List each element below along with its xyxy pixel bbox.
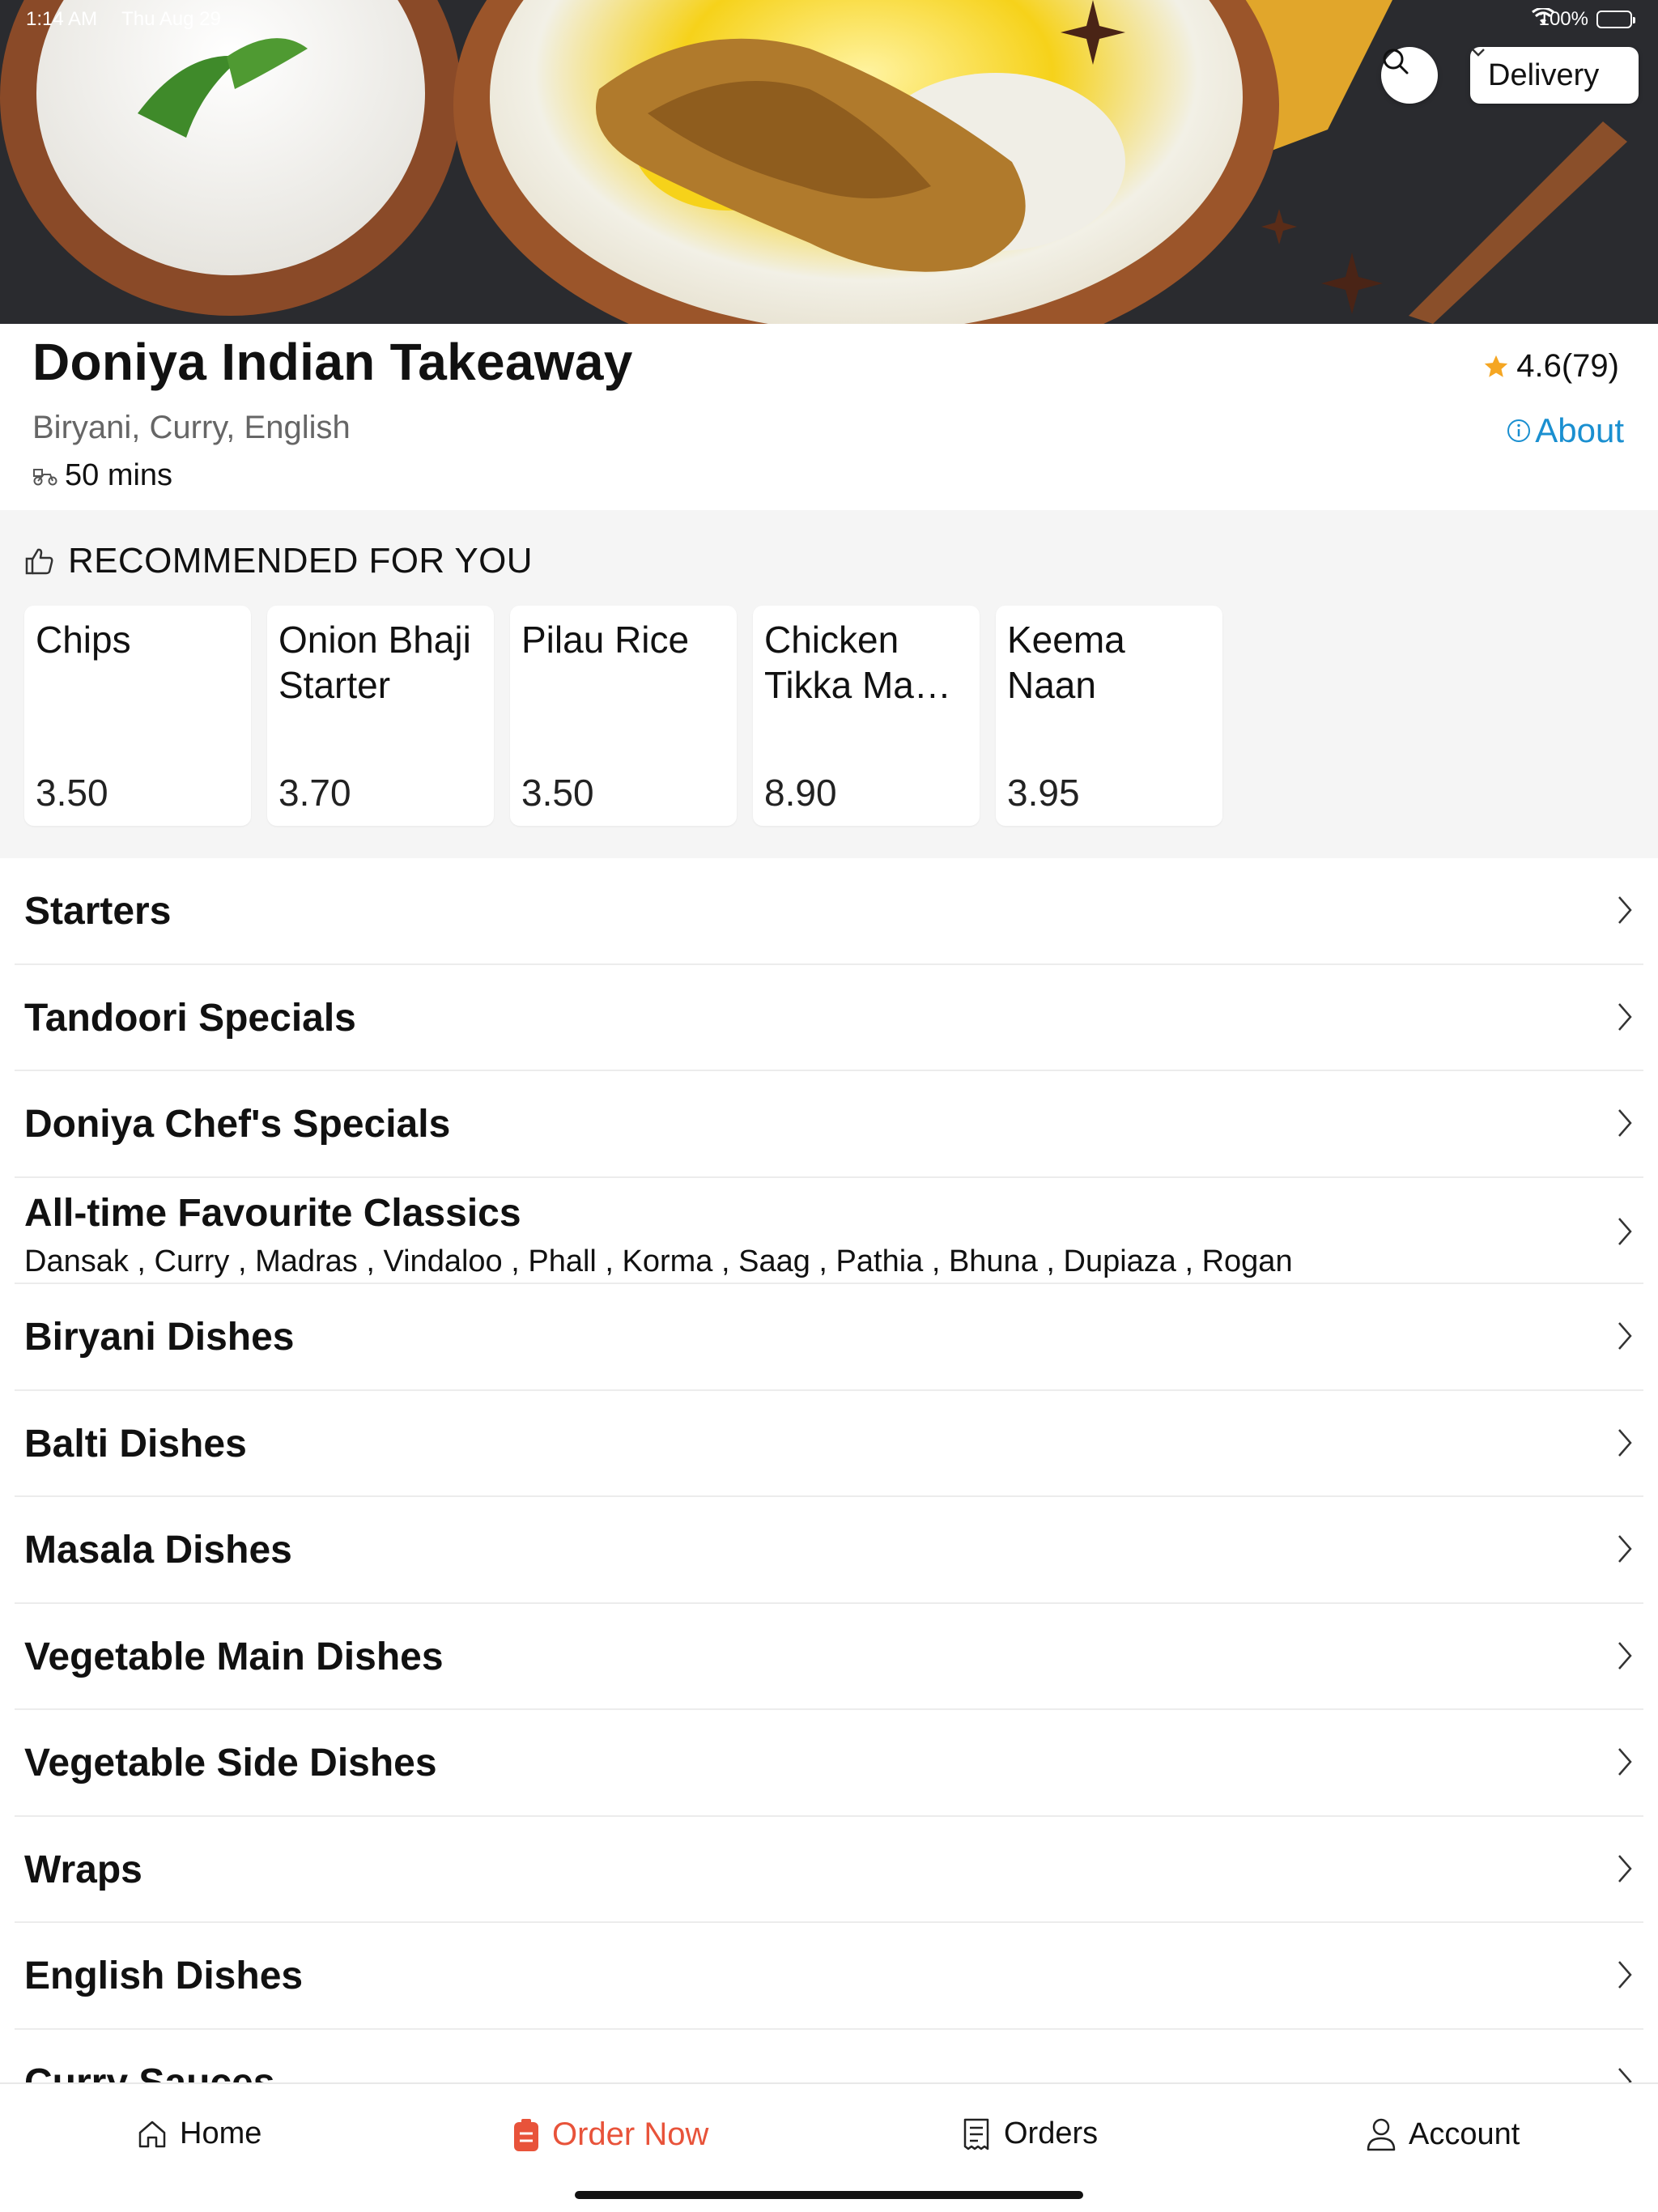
category-title: Curry Sauces	[24, 2061, 275, 2083]
category-title: Vegetable Main Dishes	[24, 1635, 444, 1678]
category-row-wraps[interactable]: Wraps	[15, 1817, 1643, 1923]
recommended-card[interactable]: Onion Bhaji Starter 3.70	[267, 606, 494, 826]
category-row-tandoori-specials[interactable]: Tandoori Specials	[15, 965, 1643, 1071]
recommended-card[interactable]: Chips 3.50	[24, 606, 251, 826]
tab-order-now-label: Order Now	[552, 2116, 709, 2152]
app-root: 1:14 AM Thu Aug 29 100% Delivery Doniya …	[0, 0, 1658, 2212]
category-row-english-dishes[interactable]: English Dishes	[15, 1923, 1643, 2030]
rating-value: 4.6(79)	[1516, 348, 1619, 384]
recommended-header: RECOMMENDED FOR YOU	[24, 541, 533, 581]
chevron-right-icon	[1618, 1535, 1632, 1563]
chevron-right-icon	[1618, 1854, 1632, 1882]
category-title: Biryani Dishes	[24, 1316, 295, 1359]
battery-icon	[1596, 11, 1635, 28]
user-icon	[1367, 2118, 1396, 2151]
recommended-card[interactable]: Pilau Rice 3.50	[510, 606, 737, 826]
order-mode-label: Delivery	[1488, 57, 1600, 92]
chevron-right-icon	[1618, 1961, 1632, 1989]
delivery-time-label: 50 mins	[65, 458, 173, 492]
category-row-balti-dishes[interactable]: Balti Dishes	[15, 1391, 1643, 1497]
chevron-right-icon	[1618, 1109, 1632, 1137]
recommended-card[interactable]: Keema Naan 3.95	[996, 606, 1222, 826]
tab-account[interactable]: Account	[1365, 2116, 1520, 2152]
category-title: Tandoori Specials	[24, 996, 356, 1040]
chevron-right-icon	[1618, 896, 1632, 924]
thumbs-up-icon	[25, 548, 53, 575]
receipt-icon	[963, 2118, 989, 2150]
bottom-tab-bar: Home Order Now Orders Account	[0, 2082, 1658, 2212]
category-row-biryani-dishes[interactable]: Biryani Dishes	[15, 1284, 1643, 1391]
category-title: All-time Favourite Classics	[24, 1191, 521, 1235]
recommended-item-name: Pilau Rice	[521, 619, 690, 661]
order-mode-dropdown[interactable]: Delivery	[1470, 47, 1639, 104]
tab-orders-label: Orders	[1004, 2116, 1099, 2150]
home-indicator[interactable]	[575, 2191, 1083, 2199]
category-list: Starters Tandoori Specials Doniya Chef's…	[0, 858, 1658, 2082]
hero-image: 1:14 AM Thu Aug 29 100% Delivery	[0, 0, 1658, 324]
category-title: Doniya Chef's Specials	[24, 1103, 451, 1146]
about-label: About	[1535, 411, 1624, 449]
recommended-item-price: 8.90	[764, 772, 837, 814]
category-title: English Dishes	[24, 1955, 304, 1997]
status-date: Thu Aug 29	[121, 8, 221, 30]
order-bag-icon	[514, 2118, 538, 2151]
status-bar: 1:14 AM Thu Aug 29 100%	[0, 0, 1658, 39]
chevron-right-icon	[1618, 1217, 1632, 1245]
category-subtitle: Dansak , Curry , Madras , Vindaloo , Pha…	[24, 1244, 1293, 1278]
category-title: Wraps	[24, 1848, 142, 1891]
category-row-vegetable-side-dishes[interactable]: Vegetable Side Dishes	[15, 1710, 1643, 1817]
search-button[interactable]	[1381, 47, 1438, 104]
recommended-section: RECOMMENDED FOR YOU Chips 3.50 Onion Bha…	[0, 510, 1658, 858]
recommended-title: RECOMMENDED FOR YOU	[68, 541, 533, 581]
chevron-right-icon	[1618, 1428, 1632, 1457]
category-title: Balti Dishes	[24, 1422, 247, 1465]
chevron-right-icon	[1618, 2067, 1632, 2082]
tab-orders[interactable]: Orders	[960, 2116, 1098, 2151]
about-link[interactable]: About	[1506, 411, 1624, 450]
delivery-time: 50 mins	[32, 458, 172, 493]
status-time: 1:14 AM	[26, 8, 98, 30]
category-row-starters[interactable]: Starters	[15, 858, 1643, 965]
tab-home-label: Home	[180, 2116, 262, 2150]
recommended-item-name: Onion Bhaji Starter	[278, 619, 471, 706]
recommended-item-name: Chicken Tikka Ma…	[764, 619, 951, 706]
chevron-right-icon	[1618, 1322, 1632, 1350]
category-row-curry-sauces[interactable]: Curry Sauces	[15, 2030, 1643, 2083]
recommended-item-price: 3.70	[278, 772, 351, 814]
chevron-down-icon	[1472, 49, 1485, 57]
recommended-item-price: 3.50	[521, 772, 594, 814]
chevron-right-icon	[1618, 1641, 1632, 1670]
recommended-cards: Chips 3.50 Onion Bhaji Starter 3.70 Pila…	[24, 606, 1222, 826]
recommended-item-price: 3.95	[1007, 772, 1080, 814]
restaurant-cuisines: Biryani, Curry, English	[32, 410, 351, 445]
restaurant-name: Doniya Indian Takeaway	[32, 333, 633, 391]
recommended-item-name: Keema Naan	[1007, 619, 1125, 706]
category-title: Starters	[24, 890, 172, 933]
category-row-favourite-classics[interactable]: All-time Favourite Classics Dansak , Cur…	[15, 1178, 1643, 1284]
scooter-icon	[33, 468, 57, 485]
info-icon	[1507, 419, 1531, 442]
tab-account-label: Account	[1409, 2116, 1520, 2151]
tab-home[interactable]: Home	[136, 2116, 261, 2151]
category-title: Vegetable Side Dishes	[24, 1742, 437, 1784]
recommended-card[interactable]: Chicken Tikka Ma… 8.90	[753, 606, 980, 826]
category-title: Masala Dishes	[24, 1529, 292, 1572]
home-icon	[138, 2121, 166, 2147]
recommended-item-price: 3.50	[36, 772, 108, 814]
chevron-right-icon	[1618, 1002, 1632, 1031]
rating: 4.6(79)	[1482, 348, 1619, 385]
search-icon	[1383, 49, 1409, 74]
star-icon	[1485, 355, 1508, 377]
chevron-right-icon	[1618, 1748, 1632, 1776]
tab-order-now[interactable]: Order Now	[512, 2116, 708, 2153]
recommended-item-name: Chips	[36, 619, 131, 661]
category-row-chefs-specials[interactable]: Doniya Chef's Specials	[15, 1071, 1643, 1178]
category-row-vegetable-main-dishes[interactable]: Vegetable Main Dishes	[15, 1604, 1643, 1710]
category-row-masala-dishes[interactable]: Masala Dishes	[15, 1497, 1643, 1604]
